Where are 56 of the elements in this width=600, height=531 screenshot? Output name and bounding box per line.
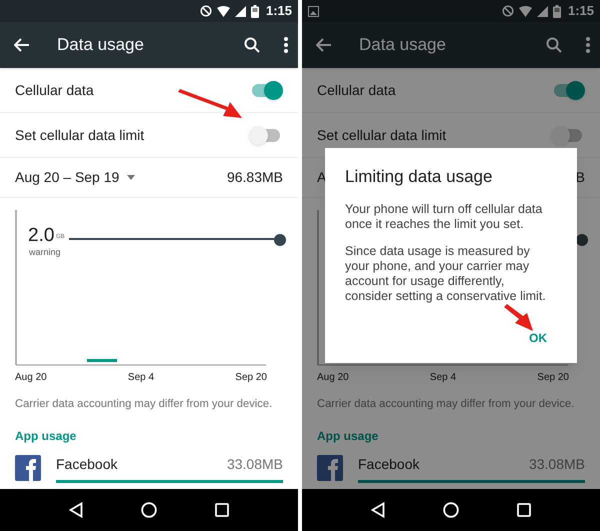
wifi-icon [518, 6, 532, 16]
section-header: App usage [14, 428, 78, 445]
date-range-selector[interactable]: Aug 20 – Sep 19 [15, 167, 136, 188]
app-name: Facebook [358, 454, 420, 474]
setting-label: Cellular data [15, 80, 94, 100]
axis-label: Aug 20 [15, 371, 47, 385]
axis-label: Sep 20 [537, 371, 569, 385]
battery-icon [552, 4, 561, 18]
signal-icon [536, 6, 548, 16]
total-usage: B [576, 168, 585, 187]
setting-label: Set cellular data limit [15, 126, 144, 144]
more-options-icon[interactable] [284, 37, 288, 53]
app-icon [15, 455, 41, 482]
toolbar-title: Data usage [57, 34, 145, 56]
section-header: App usage [316, 428, 380, 445]
back-icon[interactable] [69, 502, 83, 518]
do-not-disturb-icon [502, 5, 514, 17]
app-usage: 33.08MB [528, 454, 585, 474]
limit-value: 2.0 [28, 226, 54, 245]
back-arrow-icon[interactable] [316, 38, 332, 52]
battery-icon [250, 4, 259, 18]
status-time: 1:15 [266, 2, 292, 20]
dropdown-icon [127, 175, 136, 180]
carrier-note: Carrier data accounting may differ from your device. [316, 397, 576, 412]
app-icon [317, 455, 343, 482]
recents-icon[interactable] [517, 503, 531, 517]
carrier-note: Carrier data accounting may differ from your device. [14, 397, 274, 412]
total-usage: 96.83MB [226, 168, 283, 187]
recents-icon[interactable] [215, 503, 229, 517]
setting-label: Set cellular data limit [317, 126, 446, 144]
search-icon[interactable] [244, 37, 260, 53]
ok-button[interactable]: OK [525, 329, 551, 347]
axis-label: Sep 4 [430, 371, 456, 385]
image-icon [308, 6, 319, 16]
axis-label: Aug 20 [317, 371, 349, 385]
do-not-disturb-icon [200, 5, 212, 17]
back-icon[interactable] [371, 502, 385, 518]
signal-icon [234, 6, 246, 16]
home-icon[interactable] [443, 502, 459, 518]
axis-label: Sep 20 [235, 371, 267, 385]
pointer-arrow [502, 304, 534, 332]
setting-label: Cellular data [317, 80, 396, 100]
toolbar-title: Data usage [359, 34, 447, 56]
search-icon[interactable] [546, 37, 562, 53]
limit-label: warning [29, 248, 61, 257]
axis-label: Sep 4 [128, 371, 154, 385]
back-arrow-icon[interactable] [14, 38, 30, 52]
app-usage: 33.08MB [226, 454, 283, 474]
wifi-icon [216, 6, 230, 16]
status-time: 1:15 [568, 2, 594, 20]
more-options-icon[interactable] [586, 37, 590, 53]
dialog-message: Since data usage is measured by your phone, and your carrier may account for usage differently, consider setting a conservative limit. [345, 244, 547, 304]
dialog-title: Limiting data usage [345, 166, 494, 188]
home-icon[interactable] [141, 502, 157, 518]
dialog-message: Your phone will turn off cellular data once it reaches the limit you set. [345, 202, 544, 232]
app-name: Facebook [56, 454, 118, 474]
